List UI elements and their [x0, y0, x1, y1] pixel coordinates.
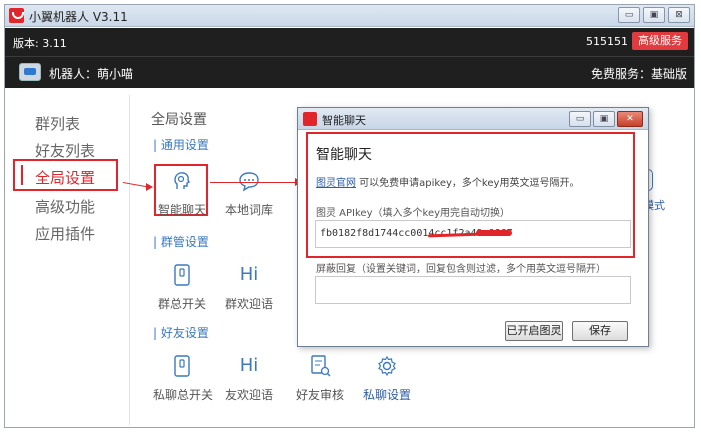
dialog-maximize-button[interactable]: ▣ [593, 111, 615, 127]
dialog-minimize-button[interactable]: ▭ [569, 111, 591, 127]
dialog-close-button[interactable]: ✕ [617, 111, 643, 127]
tile-private-switch[interactable]: 私聊总开关 [153, 354, 214, 403]
maximize-button[interactable]: ▣ [643, 7, 665, 23]
window-title: 小翼机器人 V3.11 [29, 10, 128, 24]
sidebar-item-plugins[interactable]: 应用插件 [35, 223, 95, 244]
sidebar-item-advanced[interactable]: 高级功能 [35, 196, 95, 217]
tile-label: 本地词库 [224, 203, 273, 217]
block-reply-label: 屏蔽回复（设置关键词，回复包含则过滤，多个用英文逗号隔开） [316, 264, 606, 275]
main-window: 小翼机器人 V3.11 ▭ ▣ ⊠ 版本: 3.11 515151 高级服务 机… [4, 4, 695, 428]
tile-label: 好友审核 [295, 388, 344, 402]
save-button[interactable]: 保存 [572, 321, 628, 341]
tile-local-lexicon[interactable]: 本地词库 [220, 169, 278, 218]
section-friend: | 好友设置 [153, 326, 209, 340]
app-logo-icon [9, 8, 24, 23]
bot-name-label: 机器人：萌小喵 [49, 67, 134, 81]
free-service-label: 免费服务：基础版 [591, 67, 688, 81]
redaction-scribble [476, 230, 512, 236]
tile-label: 私聊设置 [362, 388, 411, 402]
sidebar-item-global-settings[interactable]: 全局设置 [35, 167, 95, 188]
tile-private-settings[interactable]: 私聊设置 [358, 354, 416, 403]
tile-group-switch[interactable]: 群总开关 [153, 263, 211, 312]
minimize-button[interactable]: ▭ [618, 7, 640, 23]
header-bar: 版本: 3.11 515151 高级服务 机器人：萌小喵 免费服务：基础版 [5, 28, 694, 88]
sidebar-item-friends[interactable]: 好友列表 [35, 140, 95, 161]
robot-icon [19, 63, 41, 81]
tile-label: 私聊总开关 [153, 388, 214, 402]
active-indicator [21, 165, 23, 185]
version-label: 版本: 3.11 [13, 37, 67, 50]
sidebar: 群列表 好友列表 全局设置 高级功能 应用插件 [5, 89, 129, 428]
brain-head-icon [170, 169, 194, 193]
dialog-title-bar: 智能聊天 ▭ ▣ ✕ [298, 108, 648, 130]
tile-label: 友欢迎语 [224, 388, 273, 402]
user-id: 515151 [586, 35, 628, 48]
chat-bubble-icon [237, 169, 261, 193]
premium-service-button[interactable]: 高级服务 [632, 32, 688, 50]
app-logo-icon [303, 112, 317, 126]
hi-icon: Hi [239, 355, 259, 376]
dialog-title: 智能聊天 [322, 114, 366, 127]
tile-friend-review[interactable]: 好友审核 [291, 354, 349, 403]
close-button[interactable]: ⊠ [668, 7, 690, 23]
apikey-label: 图灵 APIkey（填入多个key用完自动切换） [316, 208, 511, 219]
tile-friend-welcome[interactable]: Hi 友欢迎语 [220, 354, 278, 403]
sidebar-item-groups[interactable]: 群列表 [35, 113, 80, 134]
header-divider [5, 56, 694, 57]
title-bar: 小翼机器人 V3.11 ▭ ▣ ⊠ [5, 5, 694, 27]
apikey-input[interactable]: fb0182f8d1744cc0014cc1f2a49c9867 [315, 220, 631, 248]
gear-icon [375, 354, 399, 378]
block-reply-input[interactable] [315, 276, 631, 304]
switch-icon [170, 354, 194, 378]
tile-group-welcome[interactable]: Hi 群欢迎语 [220, 263, 278, 312]
tuling-enabled-button[interactable]: 已开启图灵 [505, 321, 563, 341]
page-title: 全局设置 [151, 112, 207, 128]
section-group: | 群管设置 [153, 235, 209, 249]
review-doc-icon [308, 354, 332, 378]
switch-icon [170, 263, 194, 287]
tile-label: 群总开关 [157, 297, 206, 311]
tile-label: 智能聊天 [157, 203, 206, 217]
dialog-heading: 智能聊天 [316, 147, 372, 163]
section-general: | 通用设置 [153, 138, 209, 152]
arrow-tile-to-dialog [210, 182, 298, 183]
smart-chat-dialog: 智能聊天 ▭ ▣ ✕ 智能聊天 图灵官网 可以免费申请apikey，多个key用… [297, 107, 649, 347]
info-text: 可以免费申请apikey，多个key用英文逗号隔开。 [356, 178, 580, 189]
tile-label: 群欢迎语 [224, 297, 273, 311]
sidebar-divider [129, 95, 130, 425]
arrow-head [146, 183, 153, 191]
tile-smart-chat[interactable]: 智能聊天 [153, 169, 211, 218]
tuling-website-link[interactable]: 图灵官网 [316, 178, 356, 189]
dialog-info: 图灵官网 可以免费申请apikey，多个key用英文逗号隔开。 [316, 174, 579, 189]
hi-icon: Hi [239, 264, 259, 285]
